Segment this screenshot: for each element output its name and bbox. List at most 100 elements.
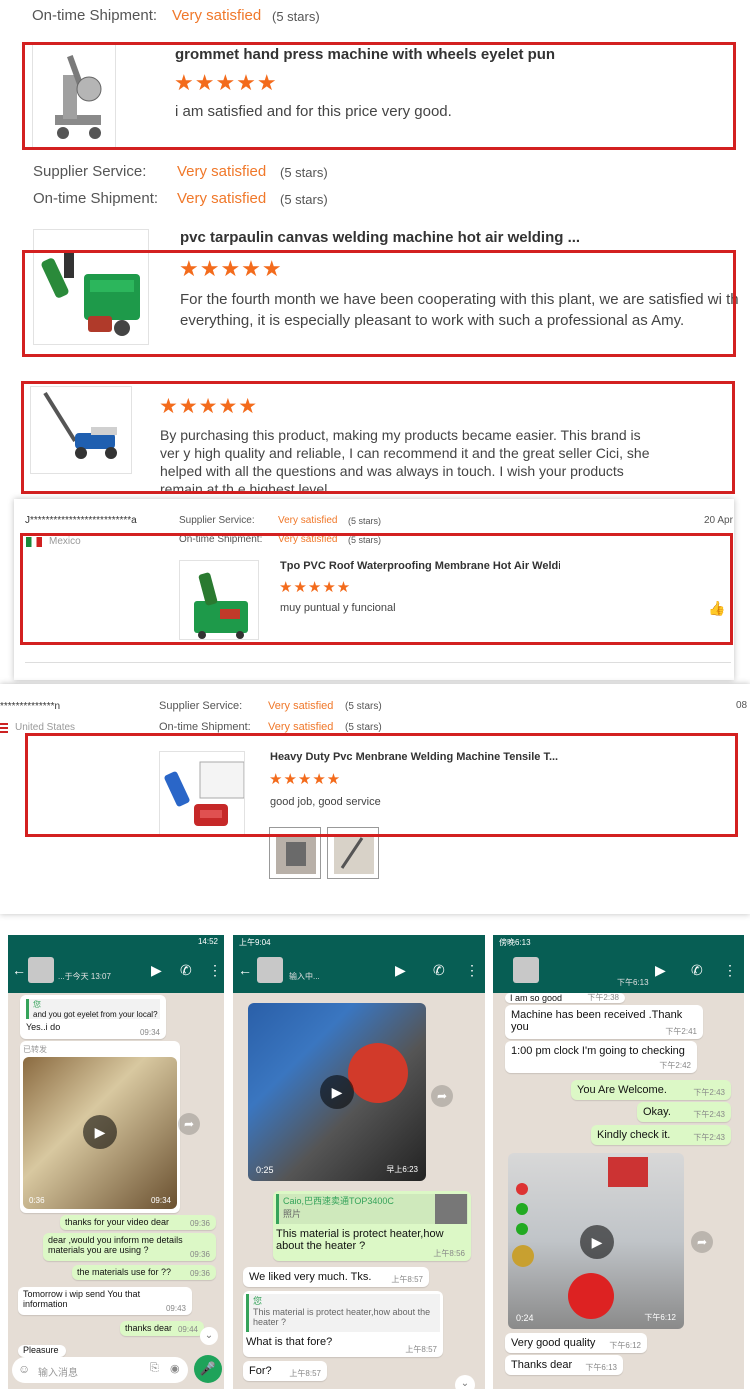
shipment-stars: (5 stars) [280, 192, 328, 207]
status-bar: 14:52 [8, 935, 224, 949]
message-text: thanks dear [125, 1323, 173, 1333]
menu-icon[interactable]: ⋮ [208, 962, 222, 979]
phone-icon[interactable]: ✆ [433, 962, 445, 979]
message-bubble: Okay. 下午2:43 [637, 1102, 731, 1122]
highlight-box [20, 533, 733, 645]
shipment-stars: (5 stars) [345, 722, 382, 733]
review-date: 08 [736, 700, 748, 711]
message-bubble: Tomorrow i wip send You that information… [18, 1287, 192, 1315]
video-duration: 0:25 [256, 1165, 274, 1175]
play-icon[interactable]: ▶ [580, 1225, 614, 1259]
message-bubble: Very good quality 下午6:12 [505, 1333, 647, 1353]
message-text: Machine has been received .Thank you [511, 1009, 683, 1033]
message-text: Okay. [643, 1106, 671, 1118]
chat-header: 下午6:13 ▶ ✆ ⋮ [493, 949, 744, 993]
scroll-down-icon[interactable]: ⌄ [455, 1375, 475, 1389]
phone-icon[interactable]: ✆ [180, 962, 192, 979]
message-time: 下午2:43 [693, 1133, 725, 1142]
back-arrow-icon[interactable]: ← [238, 962, 252, 978]
shipment-label: On-time Shipment: [32, 7, 158, 24]
play-icon[interactable]: ▶ [83, 1115, 117, 1149]
video-message[interactable]: 已转发 ▶ 0:36 09:34 [20, 1041, 180, 1213]
supplier-label: Supplier Service: [33, 163, 147, 180]
supplier-stars: (5 stars) [345, 701, 382, 712]
message-text: Tomorrow i wip send You that information [23, 1289, 141, 1309]
shipment-value: Very satisfied [177, 190, 267, 207]
message-input[interactable]: ☺ 输入消息 ⎘ ◉ [12, 1357, 188, 1383]
phone-icon[interactable]: ✆ [691, 962, 703, 979]
avatar[interactable] [513, 957, 539, 983]
contact-status: 下午6:13 [617, 978, 649, 987]
video-time: 早上6:23 [386, 1165, 418, 1174]
message-time: 下午2:43 [693, 1088, 725, 1097]
message-text: For? [249, 1365, 272, 1377]
message-text: We liked very much. Tks. [249, 1271, 372, 1283]
menu-icon[interactable]: ⋮ [723, 962, 737, 979]
message-bubble: For? 上午8:57 [243, 1361, 327, 1381]
avatar[interactable] [28, 957, 54, 983]
chat-header: ← 输入中... ▶ ✆ ⋮ [233, 949, 485, 993]
video-time: 09:34 [150, 1196, 171, 1205]
divider [25, 662, 731, 663]
video-duration: 0:24 [516, 1313, 534, 1323]
mic-button[interactable]: 🎤 [194, 1355, 222, 1383]
status-bar: 上午9:04 [233, 935, 485, 949]
share-icon[interactable]: ➦ [178, 1113, 200, 1135]
camera-icon[interactable]: ◉ [170, 1362, 180, 1375]
scroll-down-icon[interactable]: ⌄ [200, 1327, 218, 1345]
supplier-label: Supplier Service: [159, 700, 243, 712]
supplier-label: Supplier Service: [179, 515, 255, 526]
shipment-value: Very satisfied [268, 721, 334, 733]
message-time: 上午8:57 [289, 1369, 321, 1378]
avatar[interactable] [257, 957, 283, 983]
quote-text: This material is protect heater,how abou… [253, 1307, 431, 1327]
message-text: Kindly check it. [597, 1129, 671, 1141]
highlight-box [22, 250, 736, 357]
video-thumbnail[interactable]: ▶ 0:36 09:34 [23, 1057, 177, 1209]
contact-status: ...于今天 13:07 [58, 972, 111, 981]
video-time: 下午6:12 [644, 1313, 676, 1322]
message-bubble: Machine has been received .Thank you 下午2… [505, 1005, 703, 1039]
highlight-box [22, 42, 736, 150]
message-text: Very good quality [511, 1337, 596, 1349]
message-time: 下午2:43 [693, 1110, 725, 1119]
chat-header: ← ...于今天 13:07 ▶ ✆ ⋮ [8, 949, 224, 993]
supplier-value: Very satisfied [268, 700, 334, 712]
review-date: 20 Apr [704, 515, 733, 526]
message-bubble: Kindly check it. 下午2:43 [591, 1125, 731, 1145]
message-time: 09:44 [177, 1325, 198, 1334]
reviewer-name: J**************************a [25, 515, 137, 526]
video-call-icon[interactable]: ▶ [655, 962, 666, 979]
supplier-value: Very satisfied [278, 515, 338, 526]
attach-icon[interactable]: ⎘ [150, 1362, 159, 1375]
emoji-icon[interactable]: ☺ [18, 1362, 30, 1376]
message-bubble: 1:00 pm clock I'm going to checking 下午2:… [505, 1041, 697, 1073]
message-bubble: dear ,would you inform me details materi… [43, 1233, 216, 1261]
share-icon[interactable]: ➦ [691, 1231, 713, 1253]
back-arrow-icon[interactable]: ← [12, 962, 26, 978]
input-placeholder: 输入消息 [38, 1368, 78, 1379]
supplier-value: Very satisfied [177, 163, 267, 180]
contact-status: 输入中... [289, 972, 320, 981]
message-bubble: We liked very much. Tks. 上午8:57 [243, 1267, 429, 1287]
video-thumbnail[interactable]: ▶ 0:24 下午6:12 [508, 1153, 684, 1329]
share-icon[interactable]: ➦ [431, 1085, 453, 1107]
flag-icon [0, 723, 8, 733]
reviewer-name: **************n [0, 701, 61, 712]
message-time: 下午2:41 [665, 1027, 697, 1036]
message-text: 1:00 pm clock I'm going to checking [511, 1045, 685, 1057]
message-text: Pleasure [23, 1345, 59, 1355]
play-icon[interactable]: ▶ [320, 1075, 354, 1109]
shipment-stars: (5 stars) [272, 9, 320, 24]
message-bubble: thanks for your video dear 09:36 [60, 1215, 216, 1230]
message-bubble: I am so good 下午2:38 [505, 993, 625, 1003]
menu-icon[interactable]: ⋮ [465, 962, 479, 979]
video-call-icon[interactable]: ▶ [151, 962, 162, 979]
message-text: dear ,would you inform me details materi… [48, 1235, 183, 1255]
video-thumbnail[interactable]: ▶ 0:25 早上6:23 [248, 1003, 426, 1181]
video-call-icon[interactable]: ▶ [395, 962, 406, 979]
message-time: 09:36 [189, 1250, 210, 1259]
product-title[interactable]: pvc tarpaulin canvas welding machine hot… [180, 229, 580, 246]
shipment-value: Very satisfied [172, 7, 262, 24]
status-time: 14:52 [197, 937, 218, 946]
